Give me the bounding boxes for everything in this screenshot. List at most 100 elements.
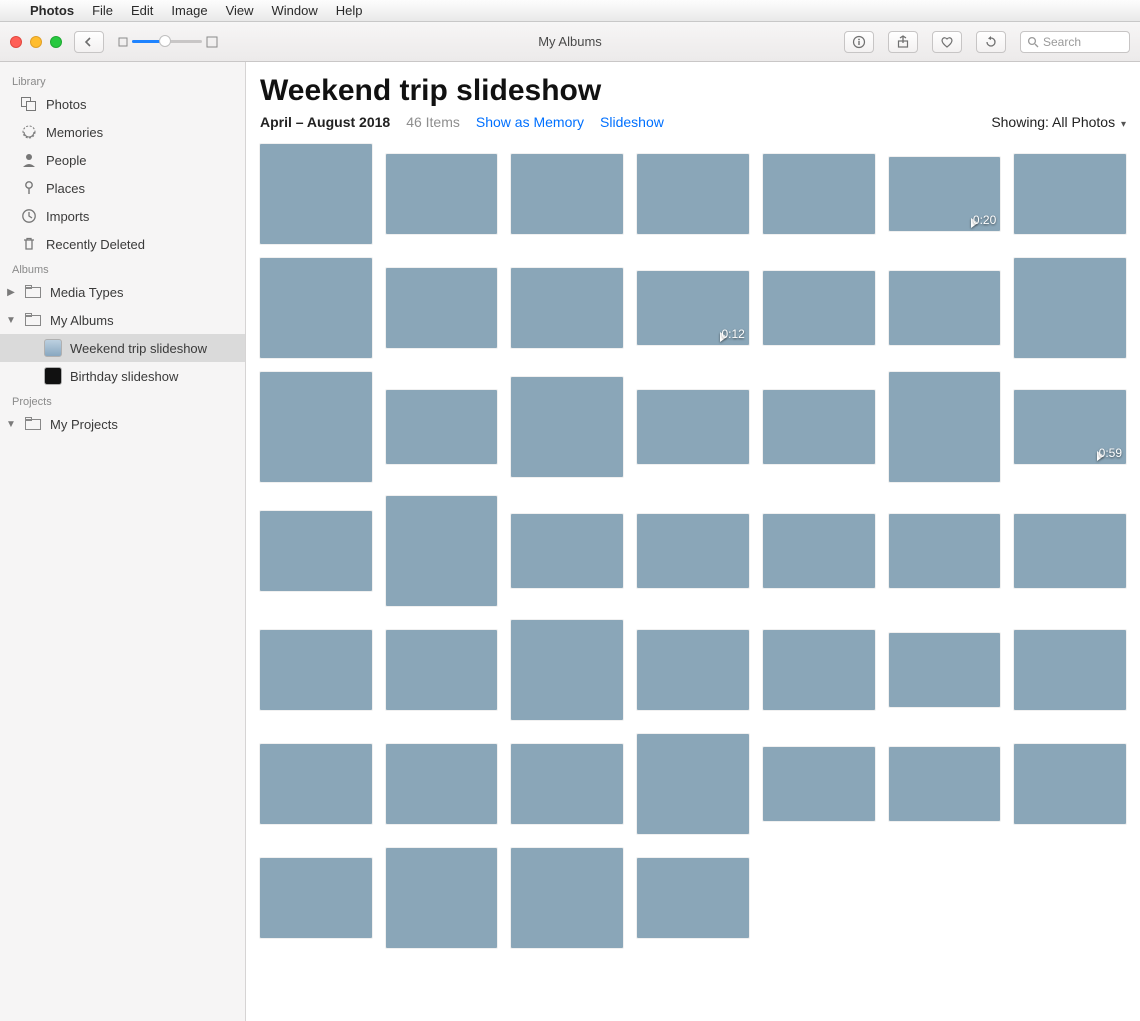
menu-help[interactable]: Help — [336, 3, 363, 18]
thumbnail-image — [386, 390, 498, 464]
photo-thumbnail[interactable] — [889, 747, 1001, 821]
sidebar-item-media-types[interactable]: ▶ Media Types — [0, 278, 245, 306]
close-button[interactable] — [10, 36, 22, 48]
photo-thumbnail[interactable] — [511, 744, 623, 824]
sidebar-item-birthday[interactable]: Birthday slideshow — [0, 362, 245, 390]
folder-icon — [24, 415, 42, 433]
photo-thumbnail[interactable] — [637, 514, 749, 588]
photo-thumbnail[interactable] — [889, 271, 1001, 345]
sidebar-item-my-albums[interactable]: ▼ My Albums — [0, 306, 245, 334]
menu-window[interactable]: Window — [272, 3, 318, 18]
photo-thumbnail[interactable] — [637, 390, 749, 464]
back-button[interactable] — [74, 31, 104, 53]
sidebar-item-recently-deleted[interactable]: Recently Deleted — [0, 230, 245, 258]
thumbnail-size-slider[interactable] — [118, 36, 218, 48]
main-content: Weekend trip slideshow April – August 20… — [246, 62, 1140, 1021]
info-button[interactable] — [844, 31, 874, 53]
zoom-button[interactable] — [50, 36, 62, 48]
photo-thumbnail[interactable] — [386, 848, 498, 948]
thumbnail-image — [637, 390, 749, 464]
showing-filter[interactable]: Showing: All Photos ▾ — [991, 114, 1126, 130]
thumb-large-icon — [206, 36, 218, 48]
photo-thumbnail[interactable] — [511, 620, 623, 720]
photo-thumbnail[interactable] — [511, 377, 623, 477]
menu-edit[interactable]: Edit — [131, 3, 153, 18]
photo-thumbnail[interactable] — [1014, 154, 1126, 234]
thumbnail-image — [511, 620, 623, 720]
disclosure-triangle-icon[interactable]: ▶ — [6, 287, 16, 298]
photo-thumbnail[interactable] — [1014, 258, 1126, 358]
photo-thumbnail[interactable] — [763, 271, 875, 345]
album-meta-row: April – August 2018 46 Items Show as Mem… — [260, 114, 1126, 130]
photo-thumbnail[interactable] — [763, 514, 875, 588]
macos-menubar: Photos File Edit Image View Window Help — [0, 0, 1140, 22]
photo-thumbnail[interactable] — [260, 630, 372, 710]
photo-thumbnail[interactable] — [511, 154, 623, 234]
photo-thumbnail[interactable] — [1014, 630, 1126, 710]
photo-thumbnail[interactable] — [637, 734, 749, 834]
thumbnail-image — [511, 377, 623, 477]
photo-thumbnail[interactable] — [763, 747, 875, 821]
photo-thumbnail[interactable]: 0:12 — [637, 271, 749, 345]
photo-thumbnail[interactable] — [260, 744, 372, 824]
photo-thumbnail[interactable] — [511, 268, 623, 348]
photo-thumbnail[interactable] — [260, 372, 372, 482]
photos-window: My Albums Search Library — [0, 22, 1140, 1021]
photo-thumbnail[interactable] — [386, 390, 498, 464]
show-as-memory-link[interactable]: Show as Memory — [476, 114, 584, 130]
photo-thumbnail[interactable] — [1014, 744, 1126, 824]
section-projects-label: Projects — [0, 390, 245, 410]
photo-thumbnail[interactable] — [386, 630, 498, 710]
favorite-button[interactable] — [932, 31, 962, 53]
thumbnail-image — [889, 372, 1001, 482]
photo-thumbnail[interactable] — [386, 268, 498, 348]
share-button[interactable] — [888, 31, 918, 53]
photo-thumbnail[interactable] — [260, 258, 372, 358]
sidebar-label: Weekend trip slideshow — [70, 341, 207, 356]
sidebar-item-weekend-trip[interactable]: Weekend trip slideshow — [0, 334, 245, 362]
disclosure-triangle-icon[interactable]: ▼ — [6, 315, 16, 326]
sidebar-item-places[interactable]: Places — [0, 174, 245, 202]
thumbnail-image — [260, 744, 372, 824]
minimize-button[interactable] — [30, 36, 42, 48]
menu-image[interactable]: Image — [171, 3, 207, 18]
photo-thumbnail[interactable] — [260, 144, 372, 244]
photo-thumbnail[interactable] — [763, 630, 875, 710]
photo-thumbnail[interactable] — [386, 496, 498, 606]
slideshow-link[interactable]: Slideshow — [600, 114, 664, 130]
photo-thumbnail[interactable] — [763, 154, 875, 234]
photo-thumbnail[interactable] — [889, 372, 1001, 482]
photo-thumbnail[interactable] — [637, 858, 749, 938]
thumbnail-image — [511, 848, 623, 948]
photo-thumbnail[interactable] — [511, 514, 623, 588]
rotate-button[interactable] — [976, 31, 1006, 53]
search-field[interactable]: Search — [1020, 31, 1130, 53]
thumbnail-image — [511, 514, 623, 588]
photo-thumbnail[interactable] — [889, 633, 1001, 707]
sidebar-item-my-projects[interactable]: ▼ My Projects — [0, 410, 245, 438]
photo-thumbnail[interactable] — [637, 154, 749, 234]
photo-thumbnail[interactable]: 0:59 — [1014, 390, 1126, 464]
photo-thumbnail[interactable]: 0:20 — [889, 157, 1001, 231]
sidebar-item-imports[interactable]: Imports — [0, 202, 245, 230]
photo-thumbnail[interactable] — [637, 630, 749, 710]
photo-thumbnail[interactable] — [386, 154, 498, 234]
imports-icon — [20, 207, 38, 225]
photo-thumbnail[interactable] — [763, 390, 875, 464]
menu-view[interactable]: View — [226, 3, 254, 18]
people-icon — [20, 151, 38, 169]
sidebar-label: Birthday slideshow — [70, 369, 178, 384]
sidebar-item-people[interactable]: People — [0, 146, 245, 174]
app-menu[interactable]: Photos — [30, 3, 74, 18]
photo-thumbnail[interactable] — [260, 511, 372, 591]
photo-thumbnail[interactable] — [386, 744, 498, 824]
sidebar-item-photos[interactable]: Photos — [0, 90, 245, 118]
photo-thumbnail[interactable] — [889, 514, 1001, 588]
menu-file[interactable]: File — [92, 3, 113, 18]
photo-thumbnail[interactable] — [1014, 514, 1126, 588]
sidebar-label: Imports — [46, 209, 89, 224]
photo-thumbnail[interactable] — [511, 848, 623, 948]
sidebar-item-memories[interactable]: Memories — [0, 118, 245, 146]
photo-thumbnail[interactable] — [260, 858, 372, 938]
disclosure-triangle-icon[interactable]: ▼ — [6, 419, 16, 430]
